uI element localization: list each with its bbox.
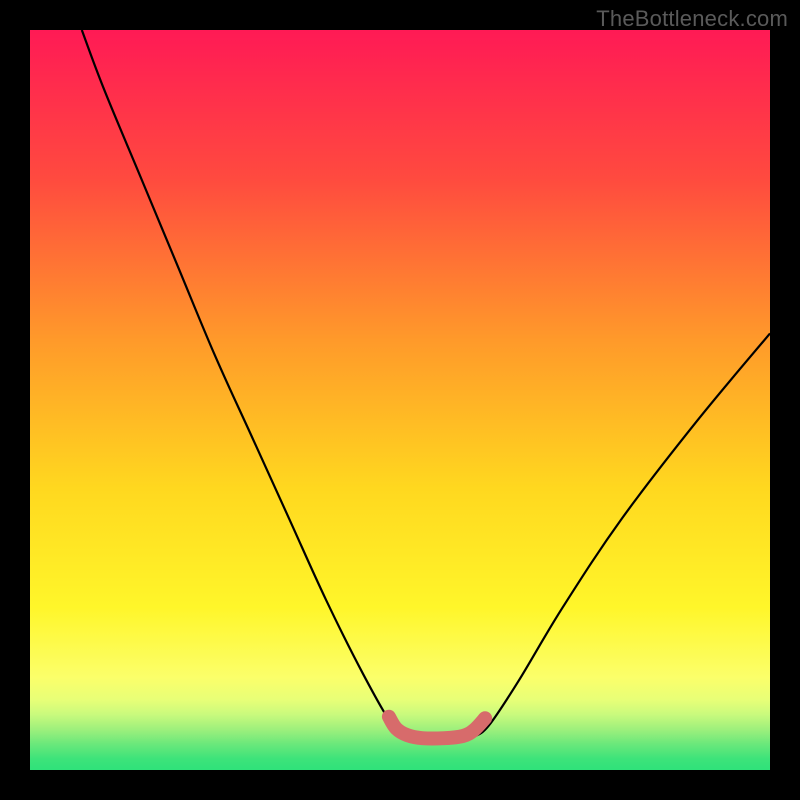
plot-area [30,30,770,770]
curve-layer [30,30,770,770]
chart-frame: TheBottleneck.com [0,0,800,800]
left-branch-path [82,30,408,737]
valley-highlight-path [389,717,485,739]
watermark-text: TheBottleneck.com [596,6,788,32]
right-branch-path [474,333,770,736]
